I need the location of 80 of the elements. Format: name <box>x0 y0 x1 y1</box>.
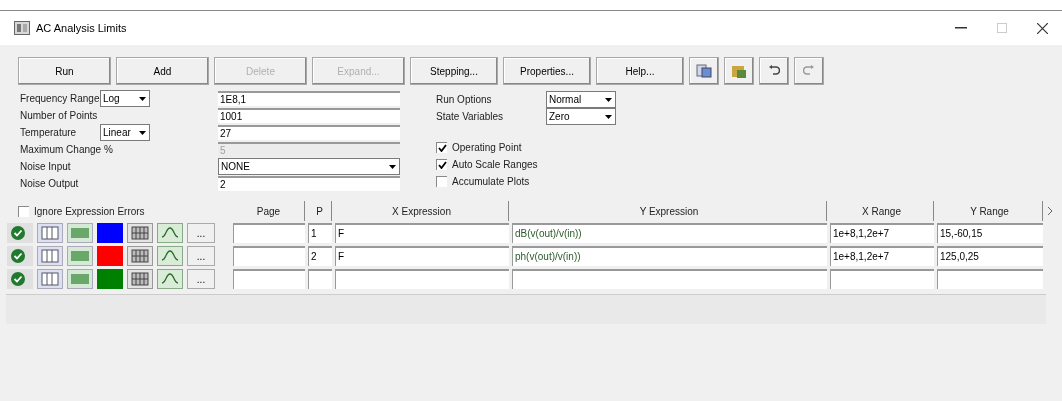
table-cell[interactable] <box>233 269 305 289</box>
app-icon <box>14 21 30 35</box>
table-cell[interactable]: ph(v(out)/v(in)) <box>512 246 827 266</box>
dropdown-arrow-icon[interactable] <box>605 97 612 102</box>
plot-icon[interactable] <box>67 246 93 266</box>
grid-icon[interactable] <box>127 269 153 289</box>
table-cell[interactable] <box>830 269 934 289</box>
table-cell[interactable]: F <box>335 223 509 243</box>
columns-icon[interactable] <box>37 246 63 266</box>
field-label: Noise Output <box>20 177 80 191</box>
checkbox[interactable] <box>436 176 447 187</box>
waveform-icon[interactable] <box>157 246 183 266</box>
checkbox-label: Operating Point <box>452 141 522 155</box>
table-cell[interactable]: 1e+8,1,2e+7 <box>830 223 934 243</box>
table-cell[interactable] <box>512 269 827 289</box>
field-label: Noise Input <box>20 160 72 174</box>
toolbar-button[interactable]: Stepping... <box>410 57 498 85</box>
checkbox[interactable] <box>436 142 447 153</box>
toolbar-button[interactable]: Properties... <box>503 57 591 85</box>
table-cell[interactable]: 1 <box>308 223 332 243</box>
waveform-icon[interactable] <box>157 269 183 289</box>
copy-icon[interactable] <box>689 57 719 85</box>
checkbox-label: Auto Scale Ranges <box>452 158 538 172</box>
field-label: Maximum Change % <box>20 143 114 157</box>
undo-icon[interactable] <box>759 57 789 85</box>
input-field[interactable]: 27 <box>218 125 400 140</box>
minimize-icon[interactable] <box>955 27 967 29</box>
dropdown-arrow-icon[interactable] <box>605 114 612 119</box>
checkbox-label: Accumulate Plots <box>452 175 530 189</box>
table-cell[interactable] <box>233 246 305 266</box>
more-button[interactable]: ... <box>187 246 215 266</box>
table-cell[interactable]: dB(v(out)/v(in)) <box>512 223 827 243</box>
dropdown-arrow-icon[interactable] <box>139 130 146 135</box>
table-cell[interactable]: 1e+8,1,2e+7 <box>830 246 934 266</box>
dropdown-arrow-icon[interactable] <box>139 96 146 101</box>
columns-icon[interactable] <box>37 223 63 243</box>
field-label: Run Options <box>436 93 493 107</box>
input-field[interactable]: 1E8,1 <box>218 91 400 106</box>
field-label: State Variables <box>436 110 505 124</box>
checkbox-label: Ignore Expression Errors <box>34 204 145 219</box>
table-cell[interactable]: 15,-60,15 <box>937 223 1043 243</box>
grid-icon[interactable] <box>127 223 153 243</box>
checkbox[interactable] <box>436 159 447 170</box>
color-swatch[interactable] <box>97 269 123 289</box>
dropdown[interactable]: Linear <box>100 124 150 141</box>
toolbar-button[interactable]: Run <box>18 57 111 85</box>
toolbar-button[interactable]: Add <box>116 57 209 85</box>
dropdown[interactable]: Log <box>100 90 150 107</box>
close-icon[interactable] <box>1037 22 1048 34</box>
checkbox[interactable] <box>18 205 29 217</box>
table-cell[interactable]: 2 <box>308 246 332 266</box>
table-cell[interactable] <box>233 223 305 243</box>
input-field[interactable]: 2 <box>218 176 400 191</box>
plot-icon[interactable] <box>67 223 93 243</box>
scroll-right-icon[interactable] <box>1048 207 1053 215</box>
field-label: Number of Points <box>20 109 99 123</box>
grid-icon[interactable] <box>127 246 153 266</box>
dropdown-arrow-icon[interactable] <box>389 164 396 169</box>
table-cell[interactable]: 125,0,25 <box>937 246 1043 266</box>
more-button[interactable]: ... <box>187 223 215 243</box>
dropdown[interactable]: NONE <box>218 158 400 175</box>
paste-icon[interactable] <box>724 57 754 85</box>
table-cell[interactable] <box>937 269 1043 289</box>
dropdown[interactable]: Normal <box>546 91 616 108</box>
more-button[interactable]: ... <box>187 269 215 289</box>
table-cell[interactable]: F <box>335 246 509 266</box>
color-swatch[interactable] <box>97 246 123 266</box>
color-swatch[interactable] <box>97 223 123 243</box>
field-label: Temperature <box>20 126 78 140</box>
toolbar-button[interactable]: Help... <box>596 57 684 85</box>
plot-icon[interactable] <box>67 269 93 289</box>
table-cell[interactable] <box>335 269 509 289</box>
columns-icon[interactable] <box>37 269 63 289</box>
dropdown[interactable]: Zero <box>546 108 616 125</box>
input-field[interactable]: 1001 <box>218 108 400 123</box>
redo-icon[interactable] <box>794 57 824 85</box>
table-cell[interactable] <box>308 269 332 289</box>
window-title: AC Analysis Limits <box>36 20 127 36</box>
field-label: Frequency Range <box>20 92 100 106</box>
waveform-icon[interactable] <box>157 223 183 243</box>
